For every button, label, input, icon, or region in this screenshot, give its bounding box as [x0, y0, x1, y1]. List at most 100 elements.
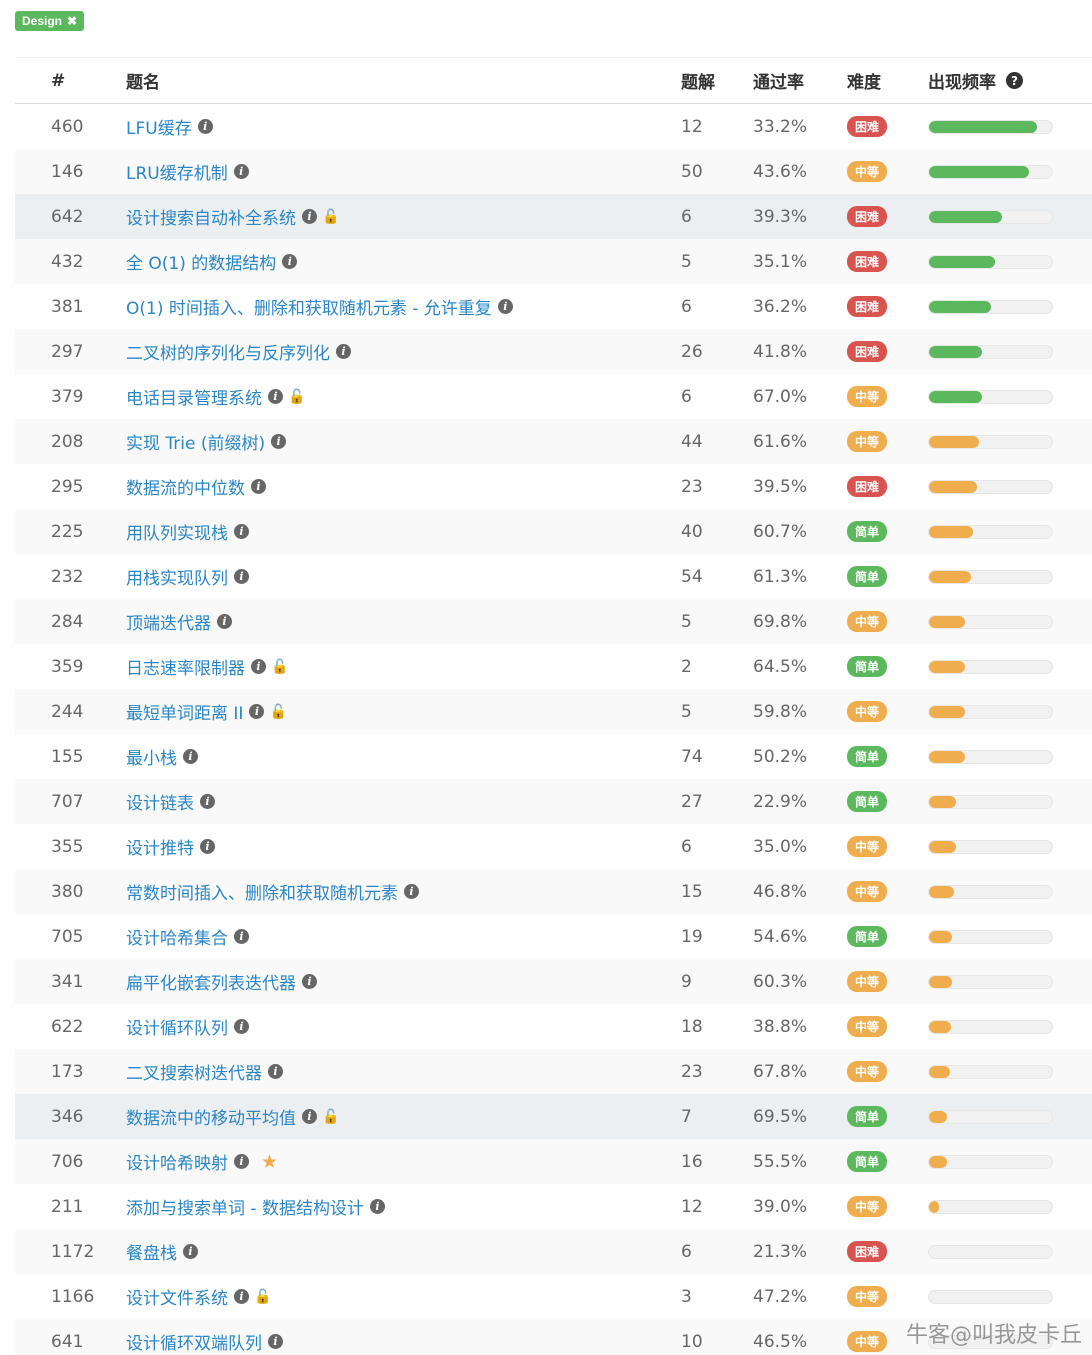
info-icon[interactable]: i — [234, 569, 249, 584]
info-icon[interactable]: i — [282, 254, 298, 269]
table-row[interactable]: 208 实现 Trie (前缀树) i 44 61.6% 中等 — [15, 419, 1092, 464]
info-icon[interactable]: i — [302, 974, 317, 989]
close-icon[interactable]: ✖ — [67, 14, 77, 28]
problem-title-link[interactable]: 数据流的中位数 — [126, 474, 245, 499]
problem-title-link[interactable]: 日志速率限制器 — [126, 654, 245, 679]
table-row[interactable]: 284 顶端迭代器 i 5 69.8% 中等 — [15, 599, 1092, 644]
solution-count[interactable]: 3 — [681, 1287, 753, 1307]
solution-count[interactable]: 40 — [681, 522, 753, 542]
problem-title-link[interactable]: 全 O(1) 的数据结构 — [126, 249, 276, 274]
problem-title-link[interactable]: 餐盘栈 — [126, 1239, 177, 1264]
info-icon[interactable]: i — [404, 884, 419, 899]
table-row[interactable]: 381 O(1) 时间插入、删除和获取随机元素 - 允许重复 i 6 36.2%… — [15, 284, 1092, 329]
problem-title-link[interactable]: 顶端迭代器 — [126, 609, 211, 634]
info-icon[interactable]: i — [183, 749, 198, 764]
problem-title-link[interactable]: LFU缓存 — [126, 114, 192, 139]
info-icon[interactable]: i — [369, 1199, 385, 1214]
solution-count[interactable]: 9 — [681, 972, 753, 992]
problem-title-link[interactable]: 最短单词距离 II — [126, 699, 243, 724]
table-row[interactable]: 346 数据流中的移动平均值 i 🔓 7 69.5% 简单 — [15, 1094, 1092, 1139]
solution-count[interactable]: 23 — [681, 1062, 753, 1082]
problem-title-link[interactable]: 扁平化嵌套列表迭代器 — [126, 969, 296, 994]
info-icon[interactable]: i — [336, 344, 351, 359]
problem-title-link[interactable]: 设计推特 — [126, 834, 194, 859]
info-icon[interactable]: i — [251, 659, 266, 674]
problem-title-link[interactable]: 常数时间插入、删除和获取随机元素 — [126, 879, 398, 904]
info-icon[interactable]: i — [234, 1289, 249, 1304]
table-row[interactable]: 211 添加与搜索单词 - 数据结构设计 i 12 39.0% 中等 — [15, 1184, 1092, 1229]
table-row[interactable]: 146 LRU缓存机制 i 50 43.6% 中等 — [15, 149, 1092, 194]
solution-count[interactable]: 15 — [681, 882, 753, 902]
problem-title-link[interactable]: 设计搜索自动补全系统 — [126, 204, 296, 229]
table-row[interactable]: 244 最短单词距离 II i 🔓 5 59.8% 中等 — [15, 689, 1092, 734]
problem-title-link[interactable]: 实现 Trie (前缀树) — [126, 429, 265, 454]
info-icon[interactable]: i — [233, 164, 249, 179]
problem-title-link[interactable]: 设计哈希集合 — [126, 924, 228, 949]
table-row[interactable]: 1172 餐盘栈 i 6 21.3% 困难 — [15, 1229, 1092, 1274]
info-icon[interactable]: i — [200, 794, 215, 809]
info-icon[interactable]: i — [200, 839, 215, 854]
info-icon[interactable]: i — [249, 704, 265, 719]
problem-title-link[interactable]: 电话目录管理系统 — [126, 384, 262, 409]
table-row[interactable]: 622 设计循环队列 i 18 38.8% 中等 — [15, 1004, 1092, 1049]
solution-count[interactable]: 5 — [681, 252, 753, 272]
problem-title-link[interactable]: 设计文件系统 — [126, 1284, 228, 1309]
solution-count[interactable]: 7 — [681, 1107, 753, 1127]
info-icon[interactable]: i — [217, 614, 232, 629]
info-icon[interactable]: i — [234, 524, 249, 539]
solution-count[interactable]: 50 — [681, 162, 753, 182]
filter-tag-design[interactable]: Design ✖ — [15, 11, 85, 31]
solution-count[interactable]: 10 — [681, 1332, 753, 1352]
info-icon[interactable]: i — [271, 434, 287, 449]
problem-title-link[interactable]: 设计循环队列 — [126, 1014, 228, 1039]
solution-count[interactable]: 6 — [681, 1242, 753, 1262]
info-icon[interactable]: i — [268, 1334, 283, 1349]
solution-count[interactable]: 26 — [681, 342, 753, 362]
table-row[interactable]: 359 日志速率限制器 i 🔓 2 64.5% 简单 — [15, 644, 1092, 689]
table-row[interactable]: 155 最小栈 i 74 50.2% 简单 — [15, 734, 1092, 779]
problem-title-link[interactable]: 添加与搜索单词 - 数据结构设计 — [126, 1194, 364, 1219]
table-row[interactable]: 705 设计哈希集合 i 19 54.6% 简单 — [15, 914, 1092, 959]
problem-title-link[interactable]: 数据流中的移动平均值 — [126, 1104, 296, 1129]
problem-title-link[interactable]: 设计链表 — [126, 789, 194, 814]
info-icon[interactable]: i — [197, 119, 213, 134]
problem-title-link[interactable]: 用队列实现栈 — [126, 519, 228, 544]
problem-title-link[interactable]: LRU缓存机制 — [126, 159, 228, 184]
solution-count[interactable]: 54 — [681, 567, 753, 587]
solution-count[interactable]: 5 — [681, 612, 753, 632]
info-icon[interactable]: i — [234, 1154, 249, 1169]
solution-count[interactable]: 6 — [681, 207, 753, 227]
solution-count[interactable]: 6 — [681, 837, 753, 857]
header-id[interactable]: # — [15, 71, 126, 91]
solution-count[interactable]: 6 — [681, 387, 753, 407]
info-icon[interactable]: i — [497, 299, 513, 314]
table-row[interactable]: 341 扁平化嵌套列表迭代器 i 9 60.3% 中等 — [15, 959, 1092, 1004]
solution-count[interactable]: 27 — [681, 792, 753, 812]
solution-count[interactable]: 6 — [681, 297, 753, 317]
problem-title-link[interactable]: 最小栈 — [126, 744, 177, 769]
info-icon[interactable]: i — [302, 1109, 317, 1124]
problem-title-link[interactable]: 用栈实现队列 — [126, 564, 228, 589]
question-icon[interactable]: ? — [1006, 72, 1023, 89]
table-row[interactable]: 232 用栈实现队列 i 54 61.3% 简单 — [15, 554, 1092, 599]
solution-count[interactable]: 18 — [681, 1017, 753, 1037]
problem-title-link[interactable]: 二叉搜索树迭代器 — [126, 1059, 262, 1084]
table-row[interactable]: 355 设计推特 i 6 35.0% 中等 — [15, 824, 1092, 869]
info-icon[interactable]: i — [234, 929, 249, 944]
solution-count[interactable]: 19 — [681, 927, 753, 947]
table-row[interactable]: 173 二叉搜索树迭代器 i 23 67.8% 中等 — [15, 1049, 1092, 1094]
header-title[interactable]: 题名 — [126, 68, 681, 93]
info-icon[interactable]: i — [251, 479, 266, 494]
header-difficulty[interactable]: 难度 — [847, 68, 928, 93]
info-icon[interactable]: i — [268, 389, 283, 404]
problem-title-link[interactable]: 设计循环双端队列 — [126, 1329, 262, 1354]
info-icon[interactable]: i — [302, 209, 317, 224]
table-row[interactable]: 707 设计链表 i 27 22.9% 简单 — [15, 779, 1092, 824]
solution-count[interactable]: 12 — [681, 1197, 753, 1217]
info-icon[interactable]: i — [268, 1064, 283, 1079]
problem-title-link[interactable]: 二叉树的序列化与反序列化 — [126, 339, 330, 364]
table-row[interactable]: 295 数据流的中位数 i 23 39.5% 困难 — [15, 464, 1092, 509]
solution-count[interactable]: 5 — [681, 702, 753, 722]
solution-count[interactable]: 74 — [681, 747, 753, 767]
header-frequency[interactable]: 出现频率 ? — [928, 68, 1092, 93]
